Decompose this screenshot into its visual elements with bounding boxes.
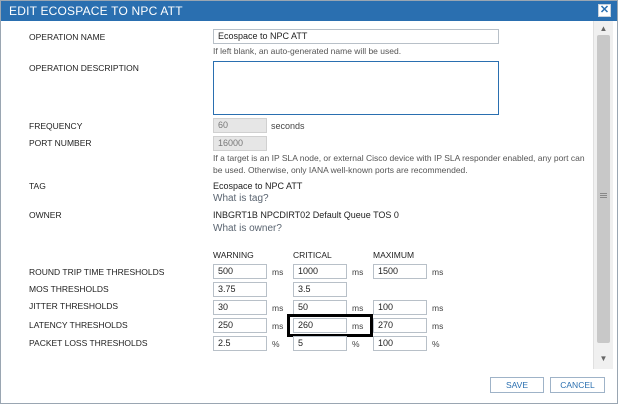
- latency-warning-unit: ms: [272, 321, 284, 331]
- threshold-row-label: MOS THRESHOLDS: [29, 284, 109, 294]
- dialog-title: EDIT ECOSPACE TO NPC ATT: [9, 4, 183, 18]
- threshold-row-label: PACKET LOSS THRESHOLDS: [29, 338, 148, 348]
- port-number-hint: If a target is an IP SLA node, or extern…: [213, 153, 585, 175]
- frequency-input: 60: [213, 118, 267, 133]
- round-trip-critical-unit: ms: [352, 267, 364, 277]
- latency-critical-highlight-box: [287, 314, 373, 337]
- dialog-titlebar: EDIT ECOSPACE TO NPC ATT ✕: [1, 1, 617, 21]
- jitter-maximum-unit: ms: [432, 303, 444, 313]
- scrollbar-thumb[interactable]: [597, 35, 610, 343]
- what-is-tag-link[interactable]: What is tag?: [213, 193, 269, 204]
- scroll-down-arrow-icon[interactable]: ▼: [594, 351, 613, 365]
- dialog-content: OPERATION NAME Ecospace to NPC ATT If le…: [1, 21, 593, 369]
- dialog-footer: SAVE CANCEL: [1, 369, 617, 403]
- round-trip-warning-unit: ms: [272, 267, 284, 277]
- jitter-warning-input[interactable]: 30: [213, 300, 267, 315]
- mos-critical-input[interactable]: 3.5: [293, 282, 347, 297]
- operation-description-textarea[interactable]: [213, 61, 499, 115]
- operation-description-label: OPERATION DESCRIPTION: [29, 63, 139, 73]
- operation-name-hint: If left blank, an auto-generated name wi…: [213, 46, 402, 56]
- close-icon[interactable]: ✕: [598, 4, 611, 17]
- frequency-label: FREQUENCY: [29, 121, 83, 131]
- packet-loss-maximum-unit: %: [432, 339, 440, 349]
- owner-label: OWNER: [29, 210, 62, 220]
- port-number-input: 16000: [213, 136, 267, 151]
- jitter-critical-unit: ms: [352, 303, 364, 313]
- threshold-row-label: LATENCY THRESHOLDS: [29, 320, 128, 330]
- column-header-critical: CRITICAL: [293, 250, 332, 260]
- operation-name-label: OPERATION NAME: [29, 32, 106, 42]
- latency-maximum-input[interactable]: 270: [373, 318, 427, 333]
- packet-loss-critical-unit: %: [352, 339, 360, 349]
- jitter-maximum-input[interactable]: 100: [373, 300, 427, 315]
- packet-loss-maximum-input[interactable]: 100: [373, 336, 427, 351]
- cancel-button[interactable]: CANCEL: [550, 377, 605, 393]
- round-trip-critical-input[interactable]: 1000: [293, 264, 347, 279]
- packet-loss-warning-input[interactable]: 2.5: [213, 336, 267, 351]
- scroll-up-arrow-icon[interactable]: ▲: [594, 21, 613, 35]
- jitter-warning-unit: ms: [272, 303, 284, 313]
- owner-value: INBGRT1B NPCDIRT02 Default Queue TOS 0: [213, 210, 399, 220]
- port-number-label: PORT NUMBER: [29, 138, 92, 148]
- what-is-owner-link[interactable]: What is owner?: [213, 223, 282, 234]
- threshold-row-label: ROUND TRIP TIME THRESHOLDS: [29, 267, 165, 277]
- latency-maximum-unit: ms: [432, 321, 444, 331]
- round-trip-maximum-input[interactable]: 1500: [373, 264, 427, 279]
- packet-loss-warning-unit: %: [272, 339, 280, 349]
- jitter-critical-input[interactable]: 50: [293, 300, 347, 315]
- latency-warning-input[interactable]: 250: [213, 318, 267, 333]
- column-header-warning: WARNING: [213, 250, 254, 260]
- scrollbar-grip-icon: [600, 193, 607, 194]
- round-trip-maximum-unit: ms: [432, 267, 444, 277]
- operation-name-input[interactable]: Ecospace to NPC ATT: [213, 29, 499, 44]
- frequency-unit: seconds: [271, 121, 305, 131]
- tag-label: TAG: [29, 181, 46, 191]
- round-trip-warning-input[interactable]: 500: [213, 264, 267, 279]
- mos-warning-input[interactable]: 3.75: [213, 282, 267, 297]
- edit-operation-dialog: EDIT ECOSPACE TO NPC ATT ✕ OPERATION NAM…: [0, 0, 618, 404]
- vertical-scrollbar[interactable]: ▲ ▼: [593, 21, 613, 369]
- save-button[interactable]: SAVE: [490, 377, 544, 393]
- tag-value: Ecospace to NPC ATT: [213, 181, 303, 191]
- column-header-maximum: MAXIMUM: [373, 250, 415, 260]
- threshold-row-label: JITTER THRESHOLDS: [29, 301, 119, 311]
- packet-loss-critical-input[interactable]: 5: [293, 336, 347, 351]
